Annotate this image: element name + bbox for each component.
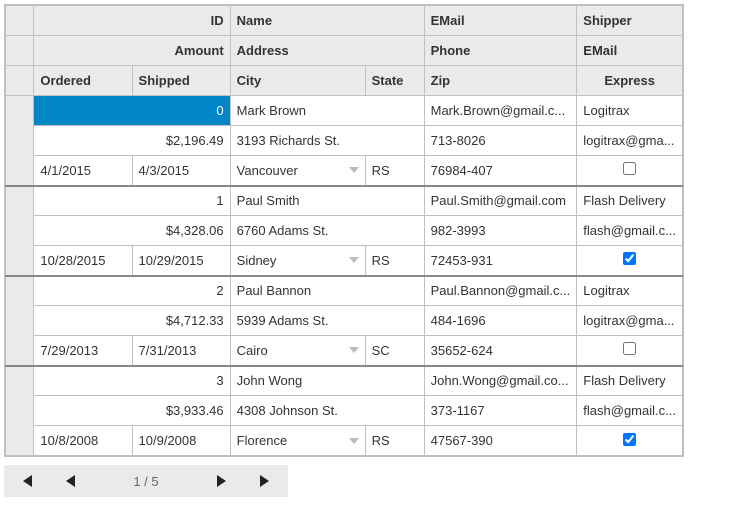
- cell-ordered[interactable]: 7/29/2013: [34, 336, 132, 366]
- col-shipper-email[interactable]: EMail: [577, 36, 683, 66]
- cell-phone[interactable]: 713-8026: [424, 126, 577, 156]
- cell-email[interactable]: Paul.Smith@gmail.com: [424, 186, 577, 216]
- col-express[interactable]: Express: [577, 66, 683, 96]
- cell-shipper-email[interactable]: flash@gmail.c...: [577, 216, 683, 246]
- cell-amount[interactable]: $4,712.33: [34, 306, 230, 336]
- cell-name[interactable]: Mark Brown: [230, 96, 424, 126]
- pager-page-indicator: 1 / 5: [92, 474, 200, 489]
- cell-amount[interactable]: $2,196.49: [34, 126, 230, 156]
- cell-city[interactable]: Cairo: [230, 336, 365, 366]
- col-name[interactable]: Name: [230, 6, 424, 36]
- cell-city[interactable]: Florence: [230, 426, 365, 456]
- chevron-down-icon: [349, 438, 359, 444]
- cell-address[interactable]: 5939 Adams St.: [230, 306, 424, 336]
- express-checkbox[interactable]: [623, 162, 636, 175]
- row-handle[interactable]: [6, 276, 34, 366]
- chevron-down-icon: [349, 257, 359, 263]
- cell-city[interactable]: Vancouver: [230, 156, 365, 186]
- cell-shipper-email[interactable]: logitrax@gma...: [577, 126, 683, 156]
- col-state[interactable]: State: [365, 66, 424, 96]
- cell-name[interactable]: Paul Smith: [230, 186, 424, 216]
- cell-id[interactable]: 0: [34, 96, 230, 126]
- cell-state[interactable]: RS: [365, 426, 424, 456]
- pager: 1 / 5: [4, 465, 288, 497]
- col-phone[interactable]: Phone: [424, 36, 577, 66]
- cell-email[interactable]: Paul.Bannon@gmail.c...: [424, 276, 577, 306]
- pager-next-button[interactable]: [200, 465, 244, 497]
- express-checkbox[interactable]: [623, 433, 636, 446]
- cell-state[interactable]: SC: [365, 336, 424, 366]
- row-handle[interactable]: [6, 366, 34, 456]
- cell-id[interactable]: 3: [34, 366, 230, 396]
- cell-ordered[interactable]: 10/28/2015: [34, 246, 132, 276]
- express-checkbox[interactable]: [623, 252, 636, 265]
- cell-ordered[interactable]: 10/8/2008: [34, 426, 132, 456]
- row-handle[interactable]: [6, 186, 34, 276]
- row-handle-header: [6, 6, 34, 36]
- col-amount[interactable]: Amount: [34, 36, 230, 66]
- cell-phone[interactable]: 373-1167: [424, 396, 577, 426]
- cell-zip[interactable]: 72453-931: [424, 246, 577, 276]
- cell-shipper[interactable]: Flash Delivery: [577, 366, 683, 396]
- cell-name[interactable]: Paul Bannon: [230, 276, 424, 306]
- header-row-1: ID Name EMail Shipper: [6, 6, 683, 36]
- express-checkbox[interactable]: [623, 342, 636, 355]
- col-id[interactable]: ID: [34, 6, 230, 36]
- col-shipped[interactable]: Shipped: [132, 66, 230, 96]
- header-row-2: Amount Address Phone EMail: [6, 36, 683, 66]
- cell-shipper[interactable]: Flash Delivery: [577, 186, 683, 216]
- row-handle-header: [6, 36, 34, 66]
- cell-email[interactable]: John.Wong@gmail.co...: [424, 366, 577, 396]
- cell-zip[interactable]: 47567-390: [424, 426, 577, 456]
- cell-email[interactable]: Mark.Brown@gmail.c...: [424, 96, 577, 126]
- cell-amount[interactable]: $4,328.06: [34, 216, 230, 246]
- cell-address[interactable]: 3193 Richards St.: [230, 126, 424, 156]
- col-email[interactable]: EMail: [424, 6, 577, 36]
- pager-first-button[interactable]: [4, 465, 48, 497]
- cell-express[interactable]: [577, 426, 683, 456]
- cell-phone[interactable]: 484-1696: [424, 306, 577, 336]
- cell-amount[interactable]: $3,933.46: [34, 396, 230, 426]
- col-zip[interactable]: Zip: [424, 66, 577, 96]
- cell-zip[interactable]: 76984-407: [424, 156, 577, 186]
- pager-prev-button[interactable]: [48, 465, 92, 497]
- cell-shipper-email[interactable]: logitrax@gma...: [577, 306, 683, 336]
- cell-shipper-email[interactable]: flash@gmail.c...: [577, 396, 683, 426]
- cell-ordered[interactable]: 4/1/2015: [34, 156, 132, 186]
- cell-express[interactable]: [577, 246, 683, 276]
- cell-id[interactable]: 2: [34, 276, 230, 306]
- cell-phone[interactable]: 982-3993: [424, 216, 577, 246]
- cell-zip[interactable]: 35652-624: [424, 336, 577, 366]
- col-shipper[interactable]: Shipper: [577, 6, 683, 36]
- cell-address[interactable]: 4308 Johnson St.: [230, 396, 424, 426]
- cell-shipped[interactable]: 4/3/2015: [132, 156, 230, 186]
- cell-express[interactable]: [577, 156, 683, 186]
- cell-city[interactable]: Sidney: [230, 246, 365, 276]
- cell-shipped[interactable]: 10/29/2015: [132, 246, 230, 276]
- data-grid: ID Name EMail Shipper Amount Address Pho…: [4, 4, 684, 457]
- cell-express[interactable]: [577, 336, 683, 366]
- col-ordered[interactable]: Ordered: [34, 66, 132, 96]
- pager-last-button[interactable]: [244, 465, 288, 497]
- cell-shipped[interactable]: 7/31/2013: [132, 336, 230, 366]
- cell-name[interactable]: John Wong: [230, 366, 424, 396]
- header-row-3: Ordered Shipped City State Zip Express: [6, 66, 683, 96]
- row-handle[interactable]: [6, 96, 34, 186]
- row-handle-header: [6, 66, 34, 96]
- col-city[interactable]: City: [230, 66, 365, 96]
- col-address[interactable]: Address: [230, 36, 424, 66]
- cell-id[interactable]: 1: [34, 186, 230, 216]
- cell-shipper[interactable]: Logitrax: [577, 276, 683, 306]
- cell-address[interactable]: 6760 Adams St.: [230, 216, 424, 246]
- cell-shipped[interactable]: 10/9/2008: [132, 426, 230, 456]
- cell-state[interactable]: RS: [365, 246, 424, 276]
- cell-shipper[interactable]: Logitrax: [577, 96, 683, 126]
- chevron-down-icon: [349, 167, 359, 173]
- cell-state[interactable]: RS: [365, 156, 424, 186]
- chevron-down-icon: [349, 347, 359, 353]
